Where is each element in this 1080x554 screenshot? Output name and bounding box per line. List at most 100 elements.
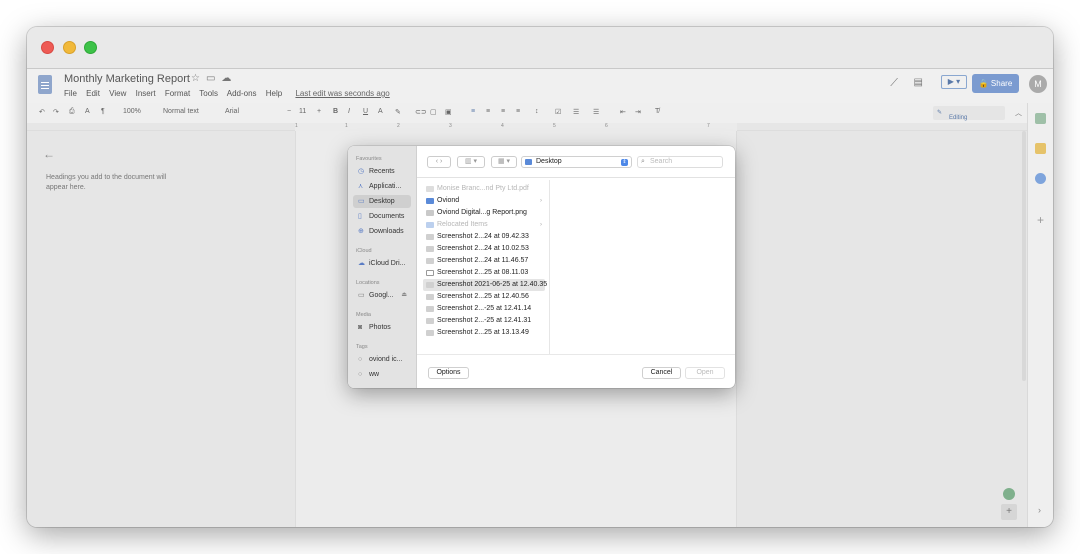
- column-view-button[interactable]: ▥ ▾: [457, 156, 485, 168]
- style-select[interactable]: Normal text: [163, 108, 199, 115]
- file-row[interactable]: Oviond Digital...g Report.png: [417, 207, 550, 219]
- document-title[interactable]: Monthly Marketing Report: [64, 73, 190, 85]
- bulleted-list-icon[interactable]: ☰: [573, 108, 579, 116]
- add-addon-icon[interactable]: +: [1037, 213, 1044, 227]
- menu-tools[interactable]: Tools: [199, 89, 218, 98]
- align-right-icon[interactable]: ≡: [501, 108, 505, 115]
- sidebar-item-tag[interactable]: ○ oviond ic...: [353, 353, 411, 366]
- image-file-icon: [426, 306, 434, 312]
- spellcheck-icon[interactable]: A: [85, 108, 90, 115]
- clear-formatting-icon[interactable]: T̸: [655, 108, 659, 115]
- file-row[interactable]: Screenshot 2...25 at 12.40.56: [417, 291, 550, 303]
- open-button[interactable]: Open: [685, 367, 725, 379]
- decrease-font-size-button[interactable]: −: [287, 108, 291, 115]
- menu-file[interactable]: File: [64, 89, 77, 98]
- grammarly-icon[interactable]: [1003, 488, 1015, 500]
- underline-icon[interactable]: U: [363, 108, 368, 115]
- ruler-track[interactable]: 1 1 2 3 4 5 6 7: [295, 123, 737, 131]
- maximize-window-button[interactable]: [84, 41, 97, 54]
- menu-addons[interactable]: Add-ons: [227, 89, 257, 98]
- bold-icon[interactable]: B: [333, 108, 338, 115]
- increase-font-size-button[interactable]: +: [317, 108, 321, 115]
- sidebar-item-applications[interactable]: ⋏ Applicati...: [353, 180, 411, 193]
- back-forward-buttons[interactable]: ‹ ›: [427, 156, 451, 168]
- line-spacing-icon[interactable]: ↕: [535, 108, 539, 115]
- share-button[interactable]: 🔒 Share: [972, 74, 1019, 93]
- undo-icon[interactable]: ↶: [39, 108, 45, 116]
- location-popup[interactable]: Desktop ⇕: [521, 156, 632, 168]
- tasks-icon[interactable]: [1035, 173, 1046, 184]
- file-row[interactable]: Screenshot 2...25 at 13.13.49: [417, 327, 550, 339]
- link-icon[interactable]: ⊂⊃: [415, 108, 427, 116]
- file-row[interactable]: Screenshot 2...24 at 10.02.53: [417, 243, 550, 255]
- pencil-icon: ✎: [937, 110, 943, 116]
- menu-help[interactable]: Help: [266, 89, 282, 98]
- last-edit-link[interactable]: Last edit was seconds ago: [295, 89, 389, 98]
- file-row[interactable]: Screenshot 2...-25 at 12.41.14: [417, 303, 550, 315]
- keep-icon[interactable]: [1035, 143, 1046, 154]
- italic-icon[interactable]: I: [348, 108, 350, 115]
- cancel-button[interactable]: Cancel: [642, 367, 681, 379]
- align-center-icon[interactable]: ≡: [486, 108, 490, 115]
- align-left-icon[interactable]: ≡: [471, 108, 475, 115]
- sidebar-item-google-drive[interactable]: ▭ Googl... ⏏: [353, 289, 411, 302]
- editing-mode-select[interactable]: ✎ Editing: [933, 106, 1005, 121]
- file-row-selected[interactable]: Screenshot 2021-06-25 at 12.40.35: [423, 279, 547, 291]
- menu-format[interactable]: Format: [165, 89, 190, 98]
- comment-add-icon[interactable]: ▢: [430, 108, 437, 116]
- font-select[interactable]: Arial: [225, 108, 239, 115]
- checklist-icon[interactable]: ☑: [555, 108, 561, 116]
- font-size-input[interactable]: 11: [299, 108, 306, 115]
- file-row[interactable]: Monise Branc...nd Pty Ltd.pdf: [417, 183, 550, 195]
- folder-row[interactable]: Oviond ›: [417, 195, 550, 207]
- sidebar-item-photos[interactable]: ◙ Photos: [353, 321, 411, 334]
- ruler-tick: 1: [295, 123, 298, 129]
- print-icon[interactable]: ⎙: [69, 108, 75, 116]
- minimize-window-button[interactable]: [63, 41, 76, 54]
- text-color-icon[interactable]: A: [378, 108, 383, 115]
- numbered-list-icon[interactable]: ☰: [593, 108, 599, 116]
- drive-icon: ▭: [358, 292, 365, 299]
- activity-dashboard-icon[interactable]: ⟋: [890, 77, 898, 90]
- menu-view[interactable]: View: [109, 89, 126, 98]
- redo-icon[interactable]: ↷: [53, 108, 59, 116]
- folder-row[interactable]: Relocated Items ›: [417, 219, 550, 231]
- options-button[interactable]: Options: [428, 367, 469, 379]
- increase-indent-icon[interactable]: ⇥: [635, 108, 641, 116]
- vertical-scrollbar[interactable]: [1022, 131, 1026, 381]
- expand-panel-icon[interactable]: ›: [1038, 505, 1041, 515]
- star-icon[interactable]: ☆: [191, 73, 206, 84]
- move-folder-icon[interactable]: ▭: [206, 73, 221, 84]
- eject-icon[interactable]: ⏏: [401, 289, 407, 302]
- highlight-icon[interactable]: ✎: [395, 108, 401, 116]
- image-icon[interactable]: ▣: [445, 108, 452, 116]
- paint-format-icon[interactable]: ¶: [101, 108, 105, 115]
- comments-icon[interactable]: ▤: [914, 77, 923, 88]
- avatar[interactable]: M: [1029, 75, 1047, 93]
- outline-back-icon[interactable]: ←: [43, 147, 55, 161]
- sidebar-item-desktop[interactable]: ▭ Desktop: [353, 195, 411, 208]
- icon-view-button[interactable]: ▦ ▾: [491, 156, 517, 168]
- file-row[interactable]: Screenshot 2...25 at 08.11.03: [417, 267, 550, 279]
- close-window-button[interactable]: [41, 41, 54, 54]
- decrease-indent-icon[interactable]: ⇤: [620, 108, 626, 116]
- docs-logo-icon[interactable]: [38, 75, 52, 94]
- explore-icon[interactable]: +: [1001, 504, 1017, 520]
- justify-icon[interactable]: ≡: [516, 108, 520, 115]
- image-file-icon: [426, 258, 434, 264]
- sidebar-item-recents[interactable]: ◷ Recents: [353, 165, 411, 178]
- present-button[interactable]: ▶ ▾: [941, 75, 967, 89]
- sheets-icon[interactable]: [1035, 113, 1046, 124]
- sidebar-item-downloads[interactable]: ⊕ Downloads: [353, 225, 411, 238]
- menu-insert[interactable]: Insert: [136, 89, 156, 98]
- zoom-select[interactable]: 100%: [123, 108, 141, 115]
- search-input[interactable]: ⌕ Search: [637, 156, 723, 168]
- menu-edit[interactable]: Edit: [86, 89, 100, 98]
- file-row[interactable]: Screenshot 2...-25 at 12.41.31: [417, 315, 550, 327]
- file-row[interactable]: Screenshot 2...24 at 11.46.57: [417, 255, 550, 267]
- sidebar-item-icloud-drive[interactable]: ☁ iCloud Dri...: [353, 257, 411, 270]
- sidebar-item-tag[interactable]: ○ ww: [353, 368, 411, 381]
- sidebar-item-documents[interactable]: ▯ Documents: [353, 210, 411, 223]
- collapse-menus-icon[interactable]: ︿: [1015, 108, 1022, 118]
- file-row[interactable]: Screenshot 2...24 at 09.42.33: [417, 231, 550, 243]
